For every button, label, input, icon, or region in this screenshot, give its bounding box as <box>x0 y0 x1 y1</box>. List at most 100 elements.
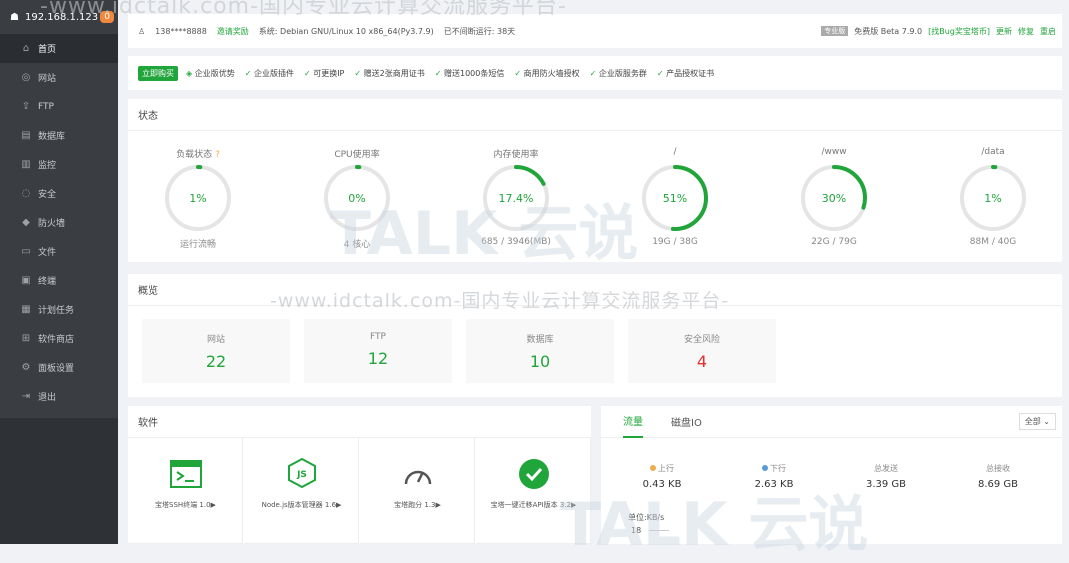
uptime: 已不间断运行: 38天 <box>443 26 516 36</box>
speedometer-icon <box>404 470 432 485</box>
promo-feature[interactable]: ✓ 产品授权证书 <box>657 69 714 78</box>
sidebar-item[interactable]: ◎ 网站 <box>0 63 118 92</box>
software-item-nodejs[interactable]: JS Node.js版本管理器 1.6▶ <box>244 438 359 544</box>
sidebar-item[interactable]: ⊞ 软件商店 <box>0 324 118 353</box>
system-info: 系统: Debian GNU/Linux 10 x86_64(Py3.7.9) <box>258 26 434 36</box>
invite-reward-link[interactable]: 邀请奖励 <box>217 26 249 37</box>
gauge-label-text: 负载状态 <box>176 150 213 160</box>
sidebar-menu: ⌂ 首页 ◎ 网站 ⇪ FTP ▤ 数据库 ▥ 监控 ◌ 安全 ◆ 防火墙 ▭ 文件 ▣ 终端 ▦ 计划任务 ⊞ 软件商店… <box>0 34 118 411</box>
software-title: 软件 <box>128 406 591 438</box>
gauge[interactable]: /data 1% 88M / 40G <box>938 147 1048 247</box>
promo-feature[interactable]: ✓ 企业版插件 <box>245 69 294 78</box>
gauge-label: /www <box>779 147 889 161</box>
traffic-stat-label: 下行 <box>719 463 829 474</box>
overview-count: 22 <box>205 352 227 371</box>
traffic-stat-label: 上行 <box>607 463 717 474</box>
gauge[interactable]: 负载状态? 1% 运行流畅 <box>143 147 253 250</box>
sidebar-item[interactable]: ⚙ 面板设置 <box>0 353 118 382</box>
tab-disk-io[interactable]: 磁盘IO <box>671 406 702 437</box>
gauge-label: / <box>620 147 730 161</box>
overview-box[interactable]: 数据库 10 <box>466 319 614 383</box>
help-icon[interactable]: ? <box>215 150 220 160</box>
promo-feature-label: 产品授权证书 <box>666 68 715 78</box>
sidebar-item[interactable]: ▥ 监控 <box>0 150 118 179</box>
sidebar-item[interactable]: ⌂ 首页 <box>0 34 118 63</box>
interface-select[interactable]: 全部 ⌄ <box>1018 413 1056 430</box>
sidebar-item-label: 退出 <box>38 393 57 403</box>
sidebar-item-label: 数据库 <box>38 132 66 142</box>
svg-text:JS: JS <box>296 470 307 480</box>
promo-feature[interactable]: ✓ 可更换IP <box>304 69 344 78</box>
sidebar-item[interactable]: ▣ 终端 <box>0 266 118 295</box>
sidebar-item-icon: ▦ <box>21 304 31 315</box>
check-icon: ✓ <box>589 68 599 78</box>
sidebar-item-label: 面板设置 <box>38 364 75 374</box>
sidebar-footer <box>0 418 118 544</box>
pro-badge[interactable]: 专业版 <box>821 26 849 36</box>
gauge-label-text: CPU使用率 <box>334 150 380 160</box>
gauge-detail: 运行流畅 <box>179 240 216 250</box>
watermark-logo: TALK 云说 <box>330 199 639 269</box>
gauge-ring: 30% <box>801 165 867 231</box>
gauge-label: 负载状态? <box>143 147 253 161</box>
promo-feature[interactable]: ✓ 企业版服务群 <box>590 69 647 78</box>
gauge[interactable]: /www 30% 22G / 79G <box>779 147 889 247</box>
check-icon: ✓ <box>434 68 444 78</box>
promo-feature: ◈ 企业版优势 <box>186 69 235 78</box>
terminal-icon <box>170 460 202 488</box>
enterprise-promo-bar: 立即购买 ◈ 企业版优势 ✓ 企业版插件 ✓ 可更换IP ✓ 赠送2张商用证书 ✓ 赠送… <box>128 56 1062 90</box>
gauge-value: 30% <box>822 192 846 205</box>
software-item-ssh[interactable]: 宝塔SSH终端 1.0▶ <box>128 438 243 544</box>
sidebar-item-icon: ⇪ <box>21 101 31 112</box>
overview-box[interactable]: 网站 22 <box>142 319 290 383</box>
gauge-ring: 1% <box>165 165 231 231</box>
sidebar: ☗ 192.168.1.123 0 ⌂ 首页 ◎ 网站 ⇪ FTP ▤ 数据库 ▥ 监控 ◌ 安全 ◆ 防… <box>0 0 118 544</box>
overview-box[interactable]: 安全风险 4 <box>628 319 776 383</box>
sidebar-item[interactable]: ◆ 防火墙 <box>0 208 118 237</box>
restart-button[interactable]: 重启 <box>1040 26 1056 37</box>
watermark-text: -www.idctalk.com-国内专业云计算交流服务平台- <box>40 0 567 19</box>
gauge-ring: 51% <box>642 165 708 231</box>
user-account[interactable]: 138****8888 <box>155 27 207 36</box>
check-icon: ✓ <box>303 68 314 78</box>
repair-button[interactable]: 修复 <box>1018 26 1034 37</box>
overview-label: 网站 <box>206 335 225 345</box>
promo-feature[interactable]: ✓ 商用防火墙授权 <box>514 69 579 78</box>
software-name: 宝塔SSH终端 1.0▶ <box>155 501 216 509</box>
bug-reward-link[interactable]: [找Bug奖宝塔币] <box>928 26 990 37</box>
sidebar-item-label: 安全 <box>38 190 57 200</box>
tab-traffic[interactable]: 流量 <box>623 405 643 438</box>
software-item-benchmark[interactable]: 宝塔跑分 1.3▶ <box>360 438 475 544</box>
promo-feature[interactable]: ✓ 赠送1000条短信 <box>435 69 505 78</box>
sidebar-item[interactable]: ▭ 文件 <box>0 237 118 266</box>
gauge-label-text: / <box>673 147 677 157</box>
sidebar-item[interactable]: ⇥ 退出 <box>0 382 118 411</box>
sidebar-item-icon: ▭ <box>21 246 31 257</box>
sidebar-item[interactable]: ▤ 数据库 <box>0 121 118 150</box>
sidebar-item[interactable]: ◌ 安全 <box>0 179 118 208</box>
sidebar-item-label: 终端 <box>38 277 57 287</box>
sidebar-item-label: 网站 <box>38 74 57 84</box>
interface-select-value: 全部 <box>1024 417 1041 426</box>
version-info: 免费版 Beta 7.9.0 <box>854 26 923 36</box>
gauge-value: 1% <box>189 192 206 205</box>
overview-label: 安全风险 <box>683 335 720 345</box>
sidebar-item[interactable]: ▦ 计划任务 <box>0 295 118 324</box>
sidebar-item[interactable]: ⇪ FTP <box>0 92 118 121</box>
status-title: 状态 <box>128 99 1062 131</box>
sidebar-item-icon: ⇥ <box>21 391 31 402</box>
update-button[interactable]: 更新 <box>996 26 1012 37</box>
traffic-stat-label-text: 总发送 <box>874 464 898 473</box>
server-icon: ☗ <box>10 11 19 23</box>
traffic-stat-label-text: 下行 <box>770 464 786 473</box>
promo-feature[interactable]: ✓ 赠送2张商用证书 <box>354 69 424 78</box>
buy-now-button[interactable]: 立即购买 <box>138 65 178 81</box>
promo-feature-label: 企业版优势 <box>194 68 235 78</box>
sidebar-item-label: 文件 <box>38 248 57 258</box>
traffic-tabs: 流量 磁盘IO 全部 ⌄ <box>601 406 1062 438</box>
promo-feature-label: 可更换IP <box>313 68 345 78</box>
overview-box[interactable]: FTP 12 <box>304 319 452 383</box>
software-name: 宝塔跑分 1.3▶ <box>394 501 441 509</box>
sidebar-item-label: 防火墙 <box>38 219 66 229</box>
overview-label: FTP <box>370 332 386 342</box>
